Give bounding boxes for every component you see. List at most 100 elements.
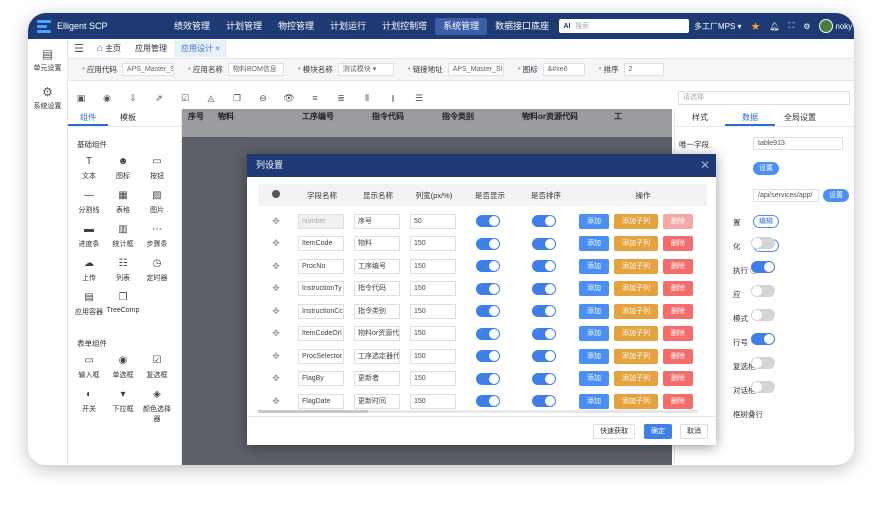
delete-button[interactable]: 删除: [663, 258, 693, 274]
display-name-input[interactable]: 工序选定器代: [354, 348, 400, 364]
user-menu[interactable]: noky: [819, 19, 852, 33]
toggle-switch[interactable]: [751, 261, 775, 273]
visible-toggle[interactable]: [476, 350, 500, 362]
component-item[interactable]: ▭ 按钮: [140, 156, 174, 190]
component-item[interactable]: ◷ 定时器: [140, 258, 174, 292]
field-name-input[interactable]: number: [298, 213, 344, 229]
toggle-switch[interactable]: [751, 309, 775, 321]
drag-handle[interactable]: ✥: [258, 261, 294, 272]
nav-item[interactable]: 数据接口底座: [487, 13, 557, 39]
field-name-input[interactable]: FlagDate: [298, 393, 344, 409]
tab-app-management[interactable]: 应用管理: [128, 40, 174, 57]
visible-toggle[interactable]: [476, 395, 500, 407]
component-item[interactable]: T 文本: [72, 156, 106, 190]
save-icon[interactable]: ▣: [68, 93, 94, 104]
distribute-icon[interactable]: ⫾: [380, 93, 406, 104]
sortable-toggle[interactable]: [532, 215, 556, 227]
sortable-toggle[interactable]: [532, 395, 556, 407]
component-item[interactable]: ▦ 表格: [106, 190, 140, 224]
sortable-toggle[interactable]: [532, 305, 556, 317]
width-input[interactable]: 150: [410, 258, 456, 274]
tab-templates[interactable]: 模板: [108, 109, 148, 126]
component-item[interactable]: ◈ 颜色选择器: [140, 389, 174, 423]
sidebar-item-system-settings[interactable]: ⚙ 系统设置: [28, 85, 67, 111]
settings-icon[interactable]: ⚙: [803, 22, 810, 31]
add-child-column-button[interactable]: 添加子列: [614, 236, 658, 251]
group-title[interactable]: 表单组件: [77, 338, 181, 349]
edit-button[interactable]: 编辑: [753, 215, 779, 228]
visible-toggle[interactable]: [476, 215, 500, 227]
add-button[interactable]: 添加: [579, 371, 609, 386]
delete-button[interactable]: 删除: [663, 236, 693, 251]
api-set-button[interactable]: 设置: [823, 189, 849, 202]
add-child-column-button[interactable]: 添加子列: [614, 258, 658, 274]
width-input[interactable]: 150: [410, 371, 456, 386]
prop-input[interactable]: APS_Master_Sl: [121, 63, 174, 76]
api-input[interactable]: /api/services/app/: [753, 189, 819, 202]
add-button[interactable]: 添加: [579, 326, 609, 341]
share-icon[interactable]: ⇗: [146, 93, 172, 104]
group-title[interactable]: 基础组件: [77, 139, 181, 150]
check-icon[interactable]: ☑: [172, 93, 198, 104]
display-name-input[interactable]: 指令代码: [354, 281, 400, 296]
component-item[interactable]: ⋯ 步骤条: [140, 224, 174, 258]
component-item[interactable]: ▾ 下拉框: [106, 389, 140, 423]
width-input[interactable]: 150: [410, 393, 456, 409]
field-name-input[interactable]: ProcNo: [298, 258, 344, 274]
add-button[interactable]: 添加: [579, 281, 609, 296]
add-child-column-button[interactable]: 添加子列: [614, 303, 658, 319]
toggle-switch[interactable]: [751, 357, 775, 369]
nav-item[interactable]: 绩效管理: [166, 13, 218, 39]
bell-icon[interactable]: 🔔︎: [769, 22, 779, 31]
width-input[interactable]: 150: [410, 303, 456, 319]
clear-icon[interactable]: ◬: [198, 93, 224, 104]
component-item[interactable]: ◉ 单选框: [106, 355, 140, 389]
component-item[interactable]: ☑ 复选框: [140, 355, 174, 389]
preview-icon[interactable]: ◉: [94, 93, 120, 104]
toggle-switch[interactable]: [751, 333, 775, 345]
width-input[interactable]: 50: [410, 213, 456, 229]
width-input[interactable]: 150: [410, 326, 456, 341]
add-child-column-button[interactable]: 添加子列: [614, 281, 658, 296]
visible-toggle[interactable]: [476, 372, 500, 385]
quick-fetch-button[interactable]: 快速获取: [593, 424, 635, 439]
add-button[interactable]: 添加: [579, 258, 609, 274]
display-name-input[interactable]: 物料or资源代: [354, 326, 400, 341]
prop-input[interactable]: 2: [623, 63, 664, 76]
scrollbar-thumb[interactable]: [258, 410, 368, 413]
visible-toggle[interactable]: [476, 237, 500, 250]
delete-button[interactable]: 删除: [663, 371, 693, 386]
tab-data[interactable]: 数据: [725, 109, 775, 126]
delete-button[interactable]: 删除: [663, 348, 693, 364]
add-button[interactable]: 添加: [579, 393, 609, 409]
hamburger-icon[interactable]: ☰: [68, 42, 90, 55]
tab-style[interactable]: 样式: [675, 109, 725, 126]
add-button[interactable]: 添加: [579, 213, 609, 229]
component-item[interactable]: ◐ 开关: [72, 389, 106, 423]
add-button[interactable]: 添加: [579, 236, 609, 251]
tab-global-settings[interactable]: 全局设置: [775, 109, 825, 126]
prop-input[interactable]: APS_Master_Sl: [447, 63, 504, 76]
align-top-icon[interactable]: ☰: [406, 93, 432, 104]
add-child-column-button[interactable]: 添加子列: [614, 393, 658, 409]
visible-toggle[interactable]: [476, 327, 500, 340]
sortable-toggle[interactable]: [532, 350, 556, 362]
toggle-switch[interactable]: [751, 237, 775, 249]
delete-button[interactable]: 删除: [663, 281, 693, 296]
add-child-column-button[interactable]: 添加子列: [614, 371, 658, 386]
component-item[interactable]: ▥ 统计框: [106, 224, 140, 258]
visible-toggle[interactable]: [476, 282, 500, 295]
confirm-button[interactable]: 确定: [644, 424, 672, 439]
drag-handle[interactable]: ✥: [258, 396, 294, 407]
unique-field-input[interactable]: table913: [753, 137, 843, 150]
drag-handle[interactable]: ✥: [258, 351, 294, 362]
display-name-input[interactable]: 序号: [354, 213, 400, 229]
drag-handle[interactable]: ✥: [258, 216, 294, 227]
add-child-column-button[interactable]: 添加子列: [614, 348, 658, 364]
sortable-toggle[interactable]: [532, 372, 556, 385]
drag-handle[interactable]: ✥: [258, 328, 294, 339]
delete-button[interactable]: 删除: [663, 326, 693, 341]
display-name-input[interactable]: 指令类别: [354, 303, 400, 319]
visible-toggle[interactable]: [476, 305, 500, 317]
delete-button[interactable]: 删除: [663, 213, 693, 229]
